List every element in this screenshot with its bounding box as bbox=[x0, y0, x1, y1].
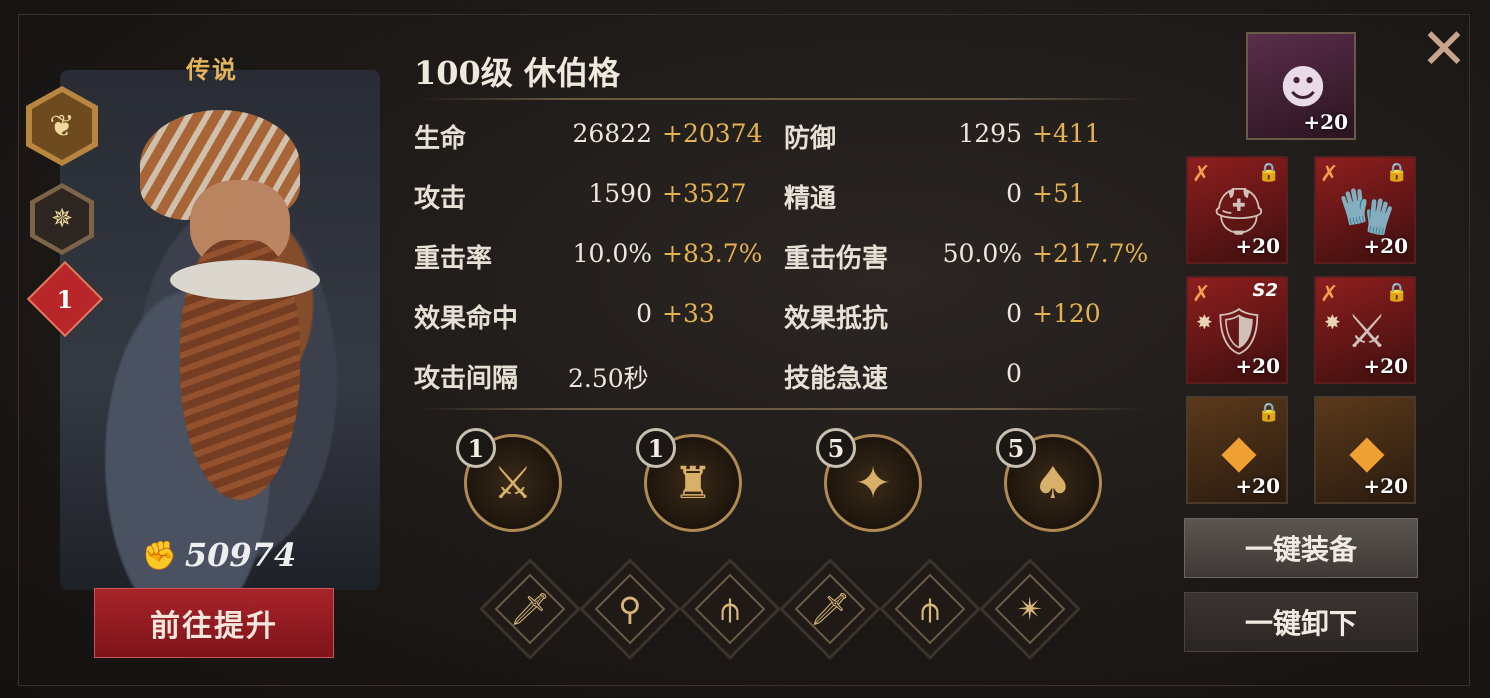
equip-slot-accessory[interactable]: ☻ +20 bbox=[1246, 32, 1356, 140]
stat-value: 50.0% bbox=[942, 239, 1022, 268]
stats-divider bbox=[420, 408, 1146, 410]
stat-bonus: +3527 bbox=[662, 179, 747, 208]
rarity-label: 传说 bbox=[186, 56, 238, 84]
stat-value: 0 bbox=[1006, 359, 1022, 388]
knight-helmet-icon: ♜ bbox=[673, 457, 713, 509]
skill-level-badge: 1 bbox=[456, 428, 496, 468]
hero-mustache bbox=[170, 260, 320, 300]
stat-value: 0 bbox=[1006, 179, 1022, 208]
enhance-level: +20 bbox=[1235, 234, 1280, 258]
set-type-icon: ✗ bbox=[1192, 162, 1211, 187]
stat-bonus: +217.7% bbox=[1032, 239, 1149, 268]
enhance-level: +20 bbox=[1235, 474, 1280, 498]
stat-label: 重击率 bbox=[414, 244, 493, 274]
stat-value: 10.0% bbox=[572, 239, 652, 268]
equip-slot[interactable]: 🛡 S2 ✗ ✸ +20 bbox=[1186, 276, 1288, 384]
equip-slot[interactable]: 🧤 🔒 ✗ +20 bbox=[1314, 156, 1416, 264]
skill-level-badge: 5 bbox=[996, 428, 1036, 468]
flame-shield-icon: ♠ bbox=[1033, 457, 1073, 509]
enhance-level: +20 bbox=[1235, 354, 1280, 378]
stat-label: 精通 bbox=[784, 184, 837, 214]
set-tag: S2 bbox=[1252, 280, 1279, 301]
hero-portrait bbox=[60, 70, 380, 590]
starburst-icon: ✦ bbox=[854, 457, 892, 509]
enhance-level: +20 bbox=[1363, 474, 1408, 498]
equip-slot[interactable]: ⚔ 🔒 ✗ ✸ +20 bbox=[1314, 276, 1416, 384]
stat-label: 攻击 bbox=[414, 184, 467, 214]
equip-slot[interactable]: ⛑ 🔒 ✗ +20 bbox=[1186, 156, 1288, 264]
compass-star-icon: ✴ bbox=[1016, 590, 1044, 628]
title-divider bbox=[420, 98, 1146, 100]
set-type-icon: ✗ bbox=[1320, 162, 1339, 187]
stat-label: 效果命中 bbox=[414, 304, 519, 334]
enhance-level: +20 bbox=[1363, 234, 1408, 258]
lock-icon: 🔒 bbox=[1257, 402, 1280, 423]
hero-detail-screen: 传说 ❦ ✵ 1 ✊ 50974 前往提升 100级 休伯格 生命 26822 +2… bbox=[0, 0, 1490, 698]
upgrade-button[interactable]: 前往提升 bbox=[94, 588, 334, 658]
stat-value: 0 bbox=[1006, 299, 1022, 328]
skill-level-badge: 1 bbox=[636, 428, 676, 468]
lock-icon: 🔒 bbox=[1385, 162, 1408, 183]
enhance-level: +20 bbox=[1303, 110, 1348, 134]
close-icon[interactable]: ✕ bbox=[1416, 22, 1472, 78]
unequip-all-button[interactable]: 一键卸下 bbox=[1184, 592, 1418, 652]
planted-sword-icon: ⚲ bbox=[618, 590, 642, 628]
stat-bonus: +20374 bbox=[662, 119, 763, 148]
stat-bonus: +51 bbox=[1032, 179, 1085, 208]
stat-label: 攻击间隔 bbox=[414, 364, 519, 394]
equip-slot[interactable]: ◆ 🔒 +20 bbox=[1186, 396, 1288, 504]
combat-power-value: 50974 bbox=[184, 536, 297, 574]
stat-label: 技能急速 bbox=[784, 364, 889, 394]
stat-bonus: +411 bbox=[1032, 119, 1101, 148]
combat-power: ✊ 50974 bbox=[142, 536, 296, 574]
triple-blade-icon: ⫛ bbox=[920, 589, 940, 628]
lock-icon: 🔒 bbox=[1385, 282, 1408, 303]
hero-title: 100级 休伯格 bbox=[414, 54, 620, 92]
stat-bonus: +120 bbox=[1032, 299, 1101, 328]
triple-blade-icon: ⫛ bbox=[720, 589, 740, 628]
equip-all-button[interactable]: 一键装备 bbox=[1184, 518, 1418, 578]
equip-slot[interactable]: ◆ +20 bbox=[1314, 396, 1416, 504]
set-type-icon: ✗ bbox=[1192, 282, 1211, 307]
stat-bonus: +33 bbox=[662, 299, 715, 328]
sword-icon: 🗡 bbox=[809, 590, 851, 628]
set-type-icon: ✗ bbox=[1320, 282, 1339, 307]
substat-icon: ✸ bbox=[1324, 310, 1341, 334]
stat-label: 生命 bbox=[414, 124, 467, 154]
substat-icon: ✸ bbox=[1196, 310, 1213, 334]
stat-label: 效果抵抗 bbox=[784, 304, 889, 334]
stat-bonus: +83.7% bbox=[662, 239, 763, 268]
stat-value: 2.50秒 bbox=[568, 364, 649, 393]
skill-level-badge: 5 bbox=[816, 428, 856, 468]
enhance-level: +20 bbox=[1363, 354, 1408, 378]
stat-label: 防御 bbox=[784, 124, 837, 154]
stat-value: 1590 bbox=[588, 179, 652, 208]
fist-icon: ✊ bbox=[142, 538, 177, 572]
stat-label: 重击伤害 bbox=[784, 244, 889, 274]
lock-icon: 🔒 bbox=[1257, 162, 1280, 183]
rank-number: 1 bbox=[56, 284, 74, 314]
stat-value: 26822 bbox=[572, 119, 652, 148]
crossed-swords-icon: ⚔ bbox=[493, 457, 533, 509]
stat-value: 0 bbox=[636, 299, 652, 328]
sword-icon: 🗡 bbox=[509, 590, 551, 628]
stat-value: 1295 bbox=[958, 119, 1022, 148]
